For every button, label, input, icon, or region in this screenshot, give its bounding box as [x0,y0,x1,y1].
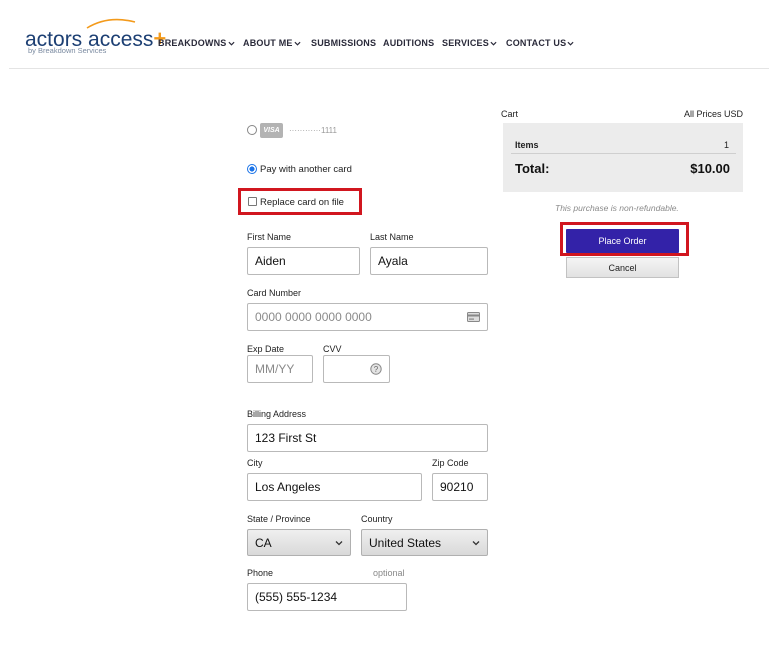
logo-subtitle: by Breakdown Services [28,46,107,55]
saved-card-number: ············1111 [289,126,337,135]
cart-divider [511,153,736,154]
zip-code-label: Zip Code [432,458,469,468]
exp-date-label: Exp Date [247,344,285,354]
replace-card-label[interactable]: Replace card on file [260,197,344,208]
billing-address-label: Billing Address [247,409,307,419]
visa-card-icon: VISA [260,123,283,138]
billing-address-field[interactable]: 123 First St [247,424,488,452]
cvv-label: CVV [323,344,342,354]
first-name-field[interactable]: Aiden [247,247,360,275]
chevron-down-icon [335,540,343,545]
chevron-down-icon [294,41,301,46]
card-number-field[interactable]: 0000 0000 0000 0000 [247,303,488,331]
nav-submissions[interactable]: SUBMISSIONS [311,38,376,48]
country-label: Country [361,514,393,524]
nav-contact-us[interactable]: CONTACT US [506,38,574,48]
first-name-label: First Name [247,232,292,242]
cart-title: Cart [501,109,519,119]
items-label: Items [515,140,539,150]
chevron-down-icon [472,540,480,545]
nav-services[interactable]: SERVICES [442,38,497,48]
svg-text:?: ? [374,365,379,374]
items-count: 1 [723,140,729,150]
chevron-down-icon [227,41,235,46]
place-order-button[interactable]: Place Order [566,229,679,253]
other-card-radio[interactable] [247,164,257,174]
exp-date-field[interactable]: MM/YY [247,355,313,383]
phone-optional-note: optional [373,568,405,578]
chevron-down-icon [567,41,574,46]
zip-code-field[interactable]: 90210 [432,473,488,501]
city-label: City [247,458,263,468]
total-value: $10.00 [690,161,730,176]
other-card-label[interactable]: Pay with another card [260,164,352,175]
nav-auditions[interactable]: AUDITIONS [383,38,434,48]
saved-card-radio[interactable] [247,125,257,135]
replace-card-checkbox[interactable] [248,197,257,206]
phone-label: Phone [247,568,274,578]
credit-card-icon [467,312,480,322]
card-number-label: Card Number [247,288,302,298]
prices-note: All Prices USD [683,109,743,119]
phone-field[interactable]: (555) 555-1234 [247,583,407,611]
cart-summary [503,123,743,192]
last-name-field[interactable]: Ayala [370,247,488,275]
last-name-label: Last Name [370,232,414,242]
cvv-field[interactable]: ? [323,355,390,383]
header-divider [9,68,769,69]
state-label: State / Province [247,514,311,524]
total-label: Total: [515,161,550,176]
cancel-button[interactable]: Cancel [566,257,679,278]
nav-about-me[interactable]: ABOUT ME [243,38,301,48]
chevron-down-icon [490,41,497,46]
country-select[interactable]: United States [361,529,488,556]
cvv-help-icon[interactable]: ? [370,363,382,375]
state-select[interactable]: CA [247,529,351,556]
refund-note: This purchase is non-refundable. [555,203,679,213]
city-field[interactable]: Los Angeles [247,473,422,501]
nav-breakdowns[interactable]: BREAKDOWNS [158,38,235,48]
